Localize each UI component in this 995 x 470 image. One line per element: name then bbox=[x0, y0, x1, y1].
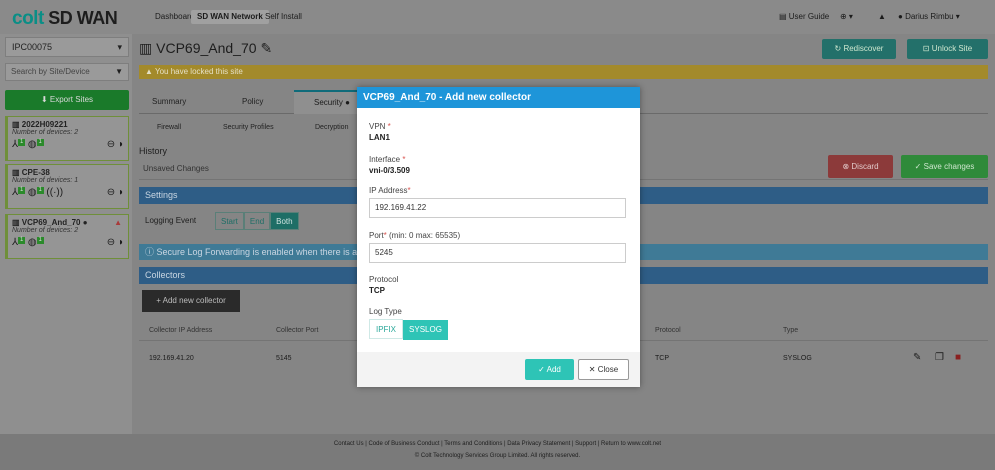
cell-ip: 192.169.41.20 bbox=[149, 355, 194, 362]
log-type-toggle: IPFIX SYSLOG bbox=[369, 319, 448, 340]
unlock-site-button[interactable]: ⊡ Unlock Site bbox=[907, 39, 988, 59]
unlock-icon: ⊡ bbox=[922, 44, 932, 53]
protocol-label: Protocol bbox=[369, 275, 399, 284]
site-card-2022h09221[interactable]: ▥ 2022H09221 Number of devices: 2 ⅄ 1 ◍ 1 ⊖… bbox=[5, 116, 129, 161]
add-new-collector-button[interactable]: + Add new collector bbox=[142, 290, 240, 312]
notifications-bell-icon[interactable]: ▲ bbox=[878, 10, 886, 24]
event-both-option[interactable]: Both bbox=[270, 212, 299, 230]
building-icon: ▥ bbox=[12, 218, 22, 227]
building-icon: ▥ bbox=[12, 120, 22, 129]
cell-port: 5145 bbox=[276, 355, 292, 362]
filter-icon[interactable]: ▼ bbox=[115, 64, 123, 80]
close-button[interactable]: ✕ Close bbox=[578, 359, 629, 380]
col-header-ip: Collector IP Address bbox=[149, 327, 213, 334]
globe-icon: ⊕ ▾ bbox=[840, 12, 853, 21]
building-icon: ▥ bbox=[139, 40, 157, 56]
col-header-type: Type bbox=[783, 327, 799, 334]
colt-logo[interactable]: colt SD WAN bbox=[12, 9, 118, 28]
globe-icon: ◍ bbox=[27, 237, 37, 248]
delete-icon[interactable]: ■ bbox=[955, 352, 961, 363]
site-search-input[interactable]: Search by Site/Device ▼ bbox=[5, 63, 129, 81]
tab-policy[interactable]: Policy bbox=[242, 97, 263, 106]
book-icon: ▤ bbox=[779, 12, 789, 21]
close-icon: ✕ bbox=[588, 365, 598, 374]
pencil-icon[interactable]: ✎ bbox=[260, 40, 272, 56]
edit-pencil-icon[interactable]: ✎ bbox=[913, 352, 921, 363]
event-start-option[interactable]: Start bbox=[215, 212, 244, 230]
col-header-protocol: Protocol bbox=[655, 327, 681, 334]
site-card-cpe-38[interactable]: ▥ CPE-38 Number of devices: 1 ⅄ 1 ◍ 1 ((·)… bbox=[5, 164, 129, 209]
protocol-value: TCP bbox=[369, 286, 385, 295]
tab-summary[interactable]: Summary bbox=[152, 97, 186, 106]
vpn-value: LAN1 bbox=[369, 133, 390, 142]
port-label: Port* (min: 0 max: 65535) bbox=[369, 231, 461, 240]
user-guide-link[interactable]: ▤ User Guide bbox=[779, 10, 829, 24]
log-type-ipfix[interactable]: IPFIX bbox=[369, 319, 404, 339]
log-type-syslog[interactable]: SYSLOG bbox=[403, 320, 448, 340]
ip-address-input[interactable]: 192.169.41.22 bbox=[369, 198, 626, 218]
history-heading: History bbox=[139, 146, 168, 156]
copy-icon[interactable]: ❐ bbox=[935, 352, 944, 363]
subtab-decryption[interactable]: Decryption bbox=[315, 124, 348, 131]
nav-sdwan-network[interactable]: SD WAN Network bbox=[191, 10, 269, 24]
vpn-label: VPN * bbox=[369, 122, 391, 131]
rediscover-button[interactable]: ↻ Rediscover bbox=[822, 39, 896, 59]
add-button[interactable]: ✓ Add bbox=[525, 359, 574, 380]
lock-icon: ▲ bbox=[114, 218, 122, 227]
add-collector-modal: VCP69_And_70 - Add new collector VPN * L… bbox=[357, 87, 640, 387]
export-sites-button[interactable]: ⬇ Export Sites bbox=[5, 90, 129, 110]
interface-label: Interface * bbox=[369, 155, 406, 164]
modal-title: VCP69_And_70 - Add new collector bbox=[357, 87, 640, 108]
footer: Contact Us | Code of Business Conduct | … bbox=[0, 434, 995, 470]
router-and-shield-icon: ⊖ ◗ bbox=[106, 237, 124, 248]
user-icon: ● bbox=[898, 12, 906, 21]
subtab-security-profiles[interactable]: Security Profiles bbox=[223, 124, 274, 131]
interface-value: vni-0/3.509 bbox=[369, 166, 410, 175]
subtab-firewall[interactable]: Firewall bbox=[157, 124, 181, 131]
footer-copyright: © Colt Technology Services Group Limited… bbox=[414, 453, 581, 459]
site-card-vcp69-and-70[interactable]: ▥ VCP69_And_70 ● ▲ Number of devices: 2 ⅄… bbox=[5, 214, 129, 259]
ip-address-label: IP Address* bbox=[369, 186, 411, 195]
wifi-icon: ((·)) bbox=[46, 187, 64, 198]
globe-icon: ◍ bbox=[27, 139, 37, 150]
cell-type: SYSLOG bbox=[783, 355, 812, 362]
router-and-shield-icon: ⊖ ◗ bbox=[106, 139, 124, 150]
customer-select[interactable]: IPC00075 ▾ bbox=[5, 37, 129, 57]
save-changes-button[interactable]: ✓ Save changes bbox=[901, 155, 988, 178]
log-type-label: Log Type bbox=[369, 307, 402, 316]
download-icon: ⬇ bbox=[40, 95, 50, 104]
tab-security[interactable]: Security ● bbox=[294, 90, 358, 114]
event-end-option[interactable]: End bbox=[243, 212, 271, 230]
footer-links[interactable]: Contact Us | Code of Business Conduct | … bbox=[0, 441, 995, 447]
globe-icon: ◍ bbox=[27, 187, 37, 198]
nav-dashboard[interactable]: Dashboard bbox=[155, 10, 194, 24]
cell-protocol: TCP bbox=[655, 355, 669, 362]
col-header-port: Collector Port bbox=[276, 327, 319, 334]
building-icon: ▥ bbox=[12, 168, 22, 177]
discard-button[interactable]: ⊗ Discard bbox=[828, 155, 893, 178]
chevron-down-icon: ▾ bbox=[117, 42, 122, 52]
locked-warning-banner: ▲ You have locked this site bbox=[139, 65, 988, 79]
globe-menu[interactable]: ⊕ ▾ bbox=[840, 10, 853, 24]
user-menu[interactable]: ● Darius Rimbu ▾ bbox=[898, 10, 960, 24]
check-icon: ✓ bbox=[538, 365, 547, 374]
info-icon: ⓘ bbox=[145, 247, 157, 257]
logging-event-label: Logging Event bbox=[145, 216, 197, 225]
page-title: ▥ VCP69_And_70 ✎ bbox=[139, 40, 273, 56]
logging-event-toggle: Start End Both bbox=[215, 212, 299, 230]
router-and-shield-icon: ⊖ ◗ bbox=[106, 187, 124, 198]
check-icon: ✓ bbox=[914, 162, 924, 171]
warning-icon: ▲ bbox=[145, 67, 155, 76]
port-input[interactable]: 5245 bbox=[369, 243, 626, 263]
nav-self-install[interactable]: Self Install bbox=[265, 10, 302, 24]
